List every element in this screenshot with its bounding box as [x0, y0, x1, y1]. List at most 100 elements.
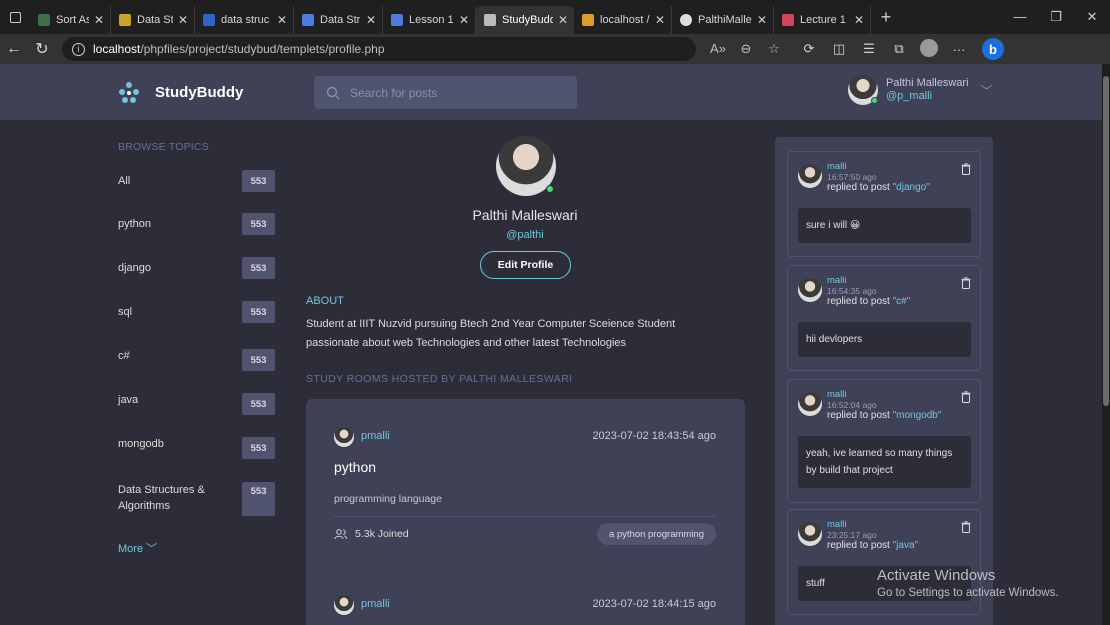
tab-close-icon[interactable]: ✕ — [178, 13, 188, 27]
browser-tab[interactable]: Data Struc ✕ — [294, 6, 383, 34]
topic-name: sql — [118, 306, 133, 318]
activity-post-link[interactable]: "mongodb" — [893, 410, 942, 421]
browser-tab[interactable]: data struc ✕ — [195, 6, 294, 34]
edit-profile-button[interactable]: Edit Profile — [480, 251, 571, 279]
activation-watermark-title: Activate Windows — [877, 567, 996, 584]
room-topic-tag[interactable]: a python programming — [596, 523, 716, 545]
tab-actions-icon[interactable] — [0, 0, 30, 34]
tab-favicon-icon — [302, 14, 314, 26]
browser-tab-active[interactable]: StudyBudd ✕ — [476, 6, 574, 34]
browser-tab[interactable]: Sort Ascen ✕ — [30, 6, 111, 34]
activity-item: malli 16:54:35 ago replied to post "c#" … — [787, 265, 981, 371]
topic-count: 553 — [242, 393, 275, 415]
tab-label: data struc — [221, 14, 270, 26]
profile-icon[interactable] — [914, 38, 944, 60]
user-menu[interactable]: Palthi Malleswari @p_malli ﹀ — [848, 75, 993, 105]
tab-favicon-icon — [38, 14, 50, 26]
profile-name: Palthi Malleswari — [472, 207, 578, 223]
refresh-icon[interactable]: ↻ — [28, 39, 56, 59]
about-line: Student at IIIT Nuzvid pursuing Btech 2n… — [306, 318, 676, 330]
activity-post-link[interactable]: "django" — [893, 182, 930, 193]
topic-name: django — [118, 262, 152, 274]
search-icon — [326, 86, 340, 99]
activity-user-link[interactable]: malli — [827, 389, 847, 400]
browser-tab[interactable]: localhost / ✕ — [574, 6, 672, 34]
tab-close-icon[interactable]: ✕ — [757, 13, 767, 27]
favorite-star-icon[interactable]: ☆ — [760, 41, 788, 57]
site-info-icon[interactable]: i — [72, 42, 85, 56]
user-name: Palthi Malleswari — [886, 77, 969, 89]
browser-tab[interactable]: Lecture 1 - ✕ — [774, 6, 871, 34]
tab-label: Sort Ascen — [56, 14, 89, 26]
tab-close-icon[interactable]: ✕ — [459, 13, 469, 27]
tab-close-icon[interactable]: ✕ — [655, 13, 665, 27]
topic-count: 553 — [242, 349, 275, 371]
divider — [334, 516, 716, 517]
trash-icon[interactable] — [961, 163, 971, 175]
activity-post-link[interactable]: "java" — [893, 540, 918, 551]
browser-tab[interactable]: Data Struc ✕ — [111, 6, 195, 34]
activity-user-link[interactable]: malli — [827, 161, 847, 172]
search-input[interactable] — [350, 85, 570, 100]
room-host-link[interactable]: pmalli — [361, 430, 390, 442]
tab-close-icon[interactable]: ✕ — [94, 13, 104, 27]
room-joined-count: 5.3k Joined — [355, 528, 409, 540]
activity-user-link[interactable]: malli — [827, 519, 847, 530]
more-topics-link[interactable]: More ﹀ — [118, 540, 157, 556]
topic-name: Data Structures & Algorithms — [118, 484, 205, 512]
url-field[interactable]: i localhost/phpfiles/project/studybud/te… — [62, 37, 696, 61]
trash-icon[interactable] — [961, 521, 971, 533]
minimize-icon[interactable]: — — [1002, 9, 1038, 25]
activity-user-link[interactable]: malli — [827, 275, 847, 286]
trash-icon[interactable] — [961, 277, 971, 289]
restore-icon[interactable]: ❐ — [1038, 9, 1074, 25]
logo[interactable]: StudyBuddy — [117, 80, 243, 104]
activity-post-link[interactable]: "c#" — [893, 296, 911, 307]
tab-favicon-icon — [391, 14, 403, 26]
avatar — [798, 392, 822, 416]
activity-item: malli 16:52:04 ago replied to post "mong… — [787, 379, 981, 503]
more-label: More — [118, 543, 144, 555]
read-aloud-icon[interactable]: A» — [704, 41, 732, 57]
topic-count: 553 — [242, 170, 275, 192]
tab-favicon-icon — [582, 14, 594, 26]
room-title-link[interactable]: python — [334, 459, 376, 475]
brand-name: StudyBuddy — [155, 83, 244, 101]
room-host-link[interactable]: pmalli — [361, 598, 390, 610]
collections-icon[interactable]: ⧉ — [884, 41, 914, 57]
scrollbar-thumb[interactable] — [1103, 76, 1109, 406]
split-screen-icon[interactable]: ◫ — [824, 41, 854, 57]
favorites-icon[interactable]: ☰ — [854, 41, 884, 57]
new-tab-button[interactable]: + — [873, 7, 899, 28]
tab-label: Lecture 1 - — [800, 14, 849, 26]
chevron-down-icon[interactable]: ﹀ — [981, 82, 993, 99]
room-joined: 5.3k Joined — [334, 528, 409, 540]
page-scrollbar[interactable] — [1102, 64, 1110, 625]
browser-tab[interactable]: Lesson 1 - ✕ — [383, 6, 476, 34]
extensions-icon[interactable]: ⟳ — [794, 41, 824, 57]
tab-close-icon[interactable]: ✕ — [854, 13, 864, 27]
trash-icon[interactable] — [961, 391, 971, 403]
tab-close-icon[interactable]: ✕ — [277, 13, 287, 27]
back-icon[interactable]: ← — [0, 40, 28, 58]
tab-label: StudyBudd — [502, 14, 553, 26]
activity-reply-text: replied to post "mongodb" — [827, 410, 941, 421]
profile-avatar — [496, 136, 556, 196]
topic-count: 553 — [242, 213, 275, 235]
tab-favicon-icon — [782, 14, 794, 26]
hosted-rooms-title: STUDY ROOMS HOSTED BY PALTHI MALLESWARI — [306, 373, 573, 385]
bing-icon[interactable]: b — [982, 38, 1004, 60]
more-options-icon[interactable]: ··· — [944, 42, 974, 57]
tab-close-icon[interactable]: ✕ — [558, 13, 568, 27]
window-controls: — ❐ ✕ — [1002, 9, 1110, 25]
rooms-list: pmalli 2023-07-02 18:43:54 ago python pr… — [306, 399, 745, 625]
reply-label: replied to post — [827, 182, 893, 193]
zoom-icon[interactable]: ⊖ — [732, 41, 760, 57]
user-handle: @p_malli — [886, 90, 933, 102]
close-window-icon[interactable]: ✕ — [1074, 9, 1110, 25]
browser-tab[interactable]: PalthiMalle ✕ — [672, 6, 774, 34]
browse-topics-title: BROWSE TOPICS — [118, 141, 209, 153]
room-time: 2023-07-02 18:43:54 ago — [592, 430, 716, 442]
tab-label: localhost / — [600, 14, 650, 26]
tab-close-icon[interactable]: ✕ — [366, 13, 376, 27]
